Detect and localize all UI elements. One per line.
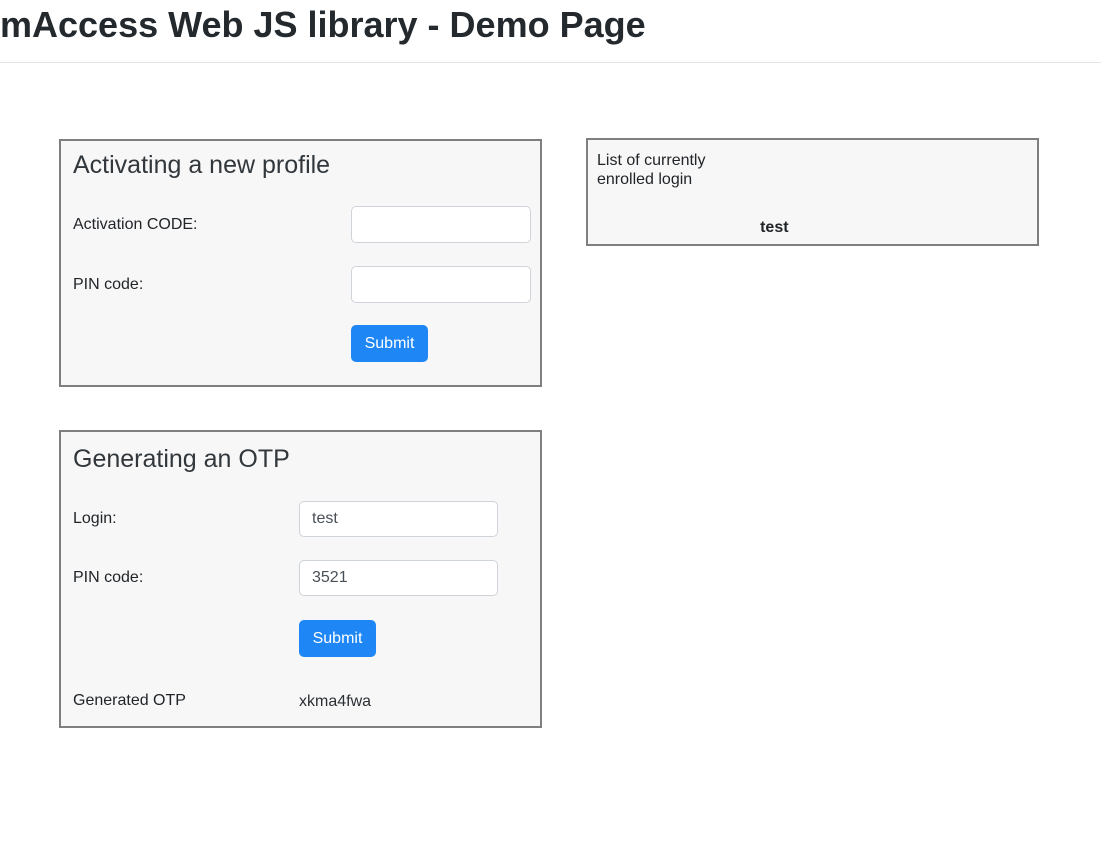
activation-panel-title: Activating a new profile bbox=[73, 151, 330, 180]
enrolled-logins-panel: List of currently enrolled login test bbox=[586, 138, 1039, 246]
otp-pin-label: PIN code: bbox=[73, 560, 143, 596]
enrolled-login-item: test bbox=[588, 219, 961, 237]
header-divider bbox=[0, 62, 1101, 63]
otp-panel-title: Generating an OTP bbox=[73, 445, 290, 474]
activation-code-label: Activation CODE: bbox=[73, 206, 197, 243]
otp-login-label: Login: bbox=[73, 501, 117, 537]
otp-pin-input[interactable] bbox=[299, 560, 498, 596]
otp-panel: Generating an OTP Login: PIN code: Submi… bbox=[59, 430, 542, 728]
enrolled-logins-list: test bbox=[588, 219, 961, 237]
activation-code-input[interactable] bbox=[351, 206, 531, 243]
enrolled-heading-line2: enrolled login bbox=[597, 170, 705, 189]
demo-page: mAccess Web JS library - Demo Page Activ… bbox=[0, 0, 1101, 861]
page-title: mAccess Web JS library - Demo Page bbox=[0, 3, 646, 47]
generated-otp-label: Generated OTP bbox=[73, 692, 186, 710]
enrolled-logins-heading: List of currently enrolled login bbox=[597, 151, 705, 189]
activation-pin-label: PIN code: bbox=[73, 266, 143, 303]
activation-pin-input[interactable] bbox=[351, 266, 531, 303]
otp-login-input[interactable] bbox=[299, 501, 498, 537]
generated-otp-value: xkma4fwa bbox=[299, 693, 371, 711]
activation-panel: Activating a new profile Activation CODE… bbox=[59, 139, 542, 387]
activation-submit-button[interactable]: Submit bbox=[351, 325, 428, 362]
otp-submit-button[interactable]: Submit bbox=[299, 620, 376, 657]
enrolled-heading-line1: List of currently bbox=[597, 151, 705, 170]
